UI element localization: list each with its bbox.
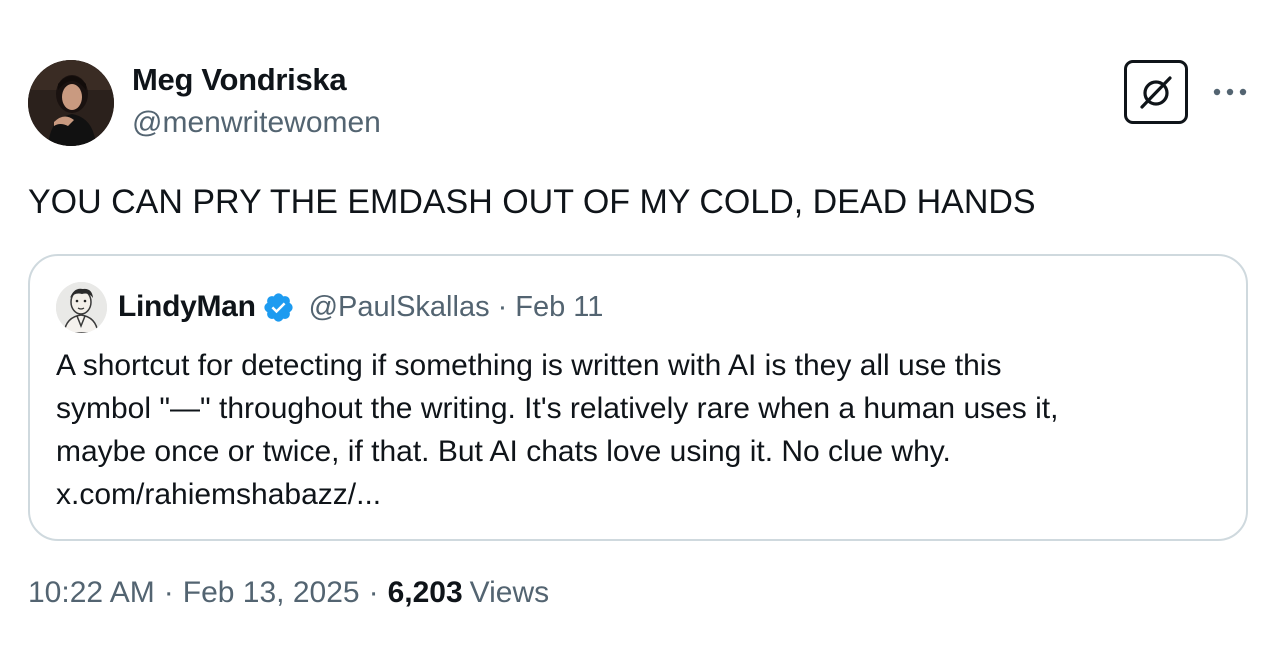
quote-text-line: maybe once or twice, if that. But AI cha… [56,435,951,468]
author-avatar[interactable] [28,60,114,146]
quote-header: LindyMan @PaulSkallas · Feb 11 [118,286,603,328]
author-handle[interactable]: @menwritewomen [132,106,381,140]
quote-author-avatar-image [56,282,107,333]
quote-author-name[interactable]: LindyMan [118,290,256,324]
author-avatar-image [28,60,114,146]
meta-separator: · [368,576,379,609]
quote-text-line: A shortcut for detecting if something is… [56,349,1002,382]
quoted-tweet-card[interactable]: LindyMan @PaulSkallas · Feb 11 A shortcu… [28,254,1248,541]
quote-text-line: symbol "—" throughout the writing. It's … [56,392,1059,425]
quote-author-avatar[interactable] [56,282,107,333]
meta-separator: · [163,576,174,609]
grok-slashed-circle-icon [1140,76,1172,109]
author-name[interactable]: Meg Vondriska [132,62,347,98]
tweet-date[interactable]: Feb 13, 2025 [183,576,360,610]
views-count: 6,203 [387,576,463,609]
quote-author-handle[interactable]: @PaulSkallas [309,291,490,324]
quote-date[interactable]: Feb 11 [515,291,603,324]
tweet-time[interactable]: 10:22 AM [28,576,155,610]
tweet-text: YOU CAN PRY THE EMDASH OUT OF MY COLD, D… [28,183,1036,221]
grok-button[interactable] [1124,60,1188,124]
more-horizontal-icon [1213,88,1247,96]
quote-separator: · [497,290,508,323]
quote-text: A shortcut for detecting if something is… [56,344,1226,516]
tweet-meta: 10:22 AM · Feb 13, 2025 · 6,203 Views [28,576,549,610]
quote-link[interactable]: x.com/rahiemshabazz/... [56,473,1226,516]
views-label: Views [469,576,550,609]
more-button[interactable] [1204,76,1256,108]
verified-badge-icon [262,291,295,324]
